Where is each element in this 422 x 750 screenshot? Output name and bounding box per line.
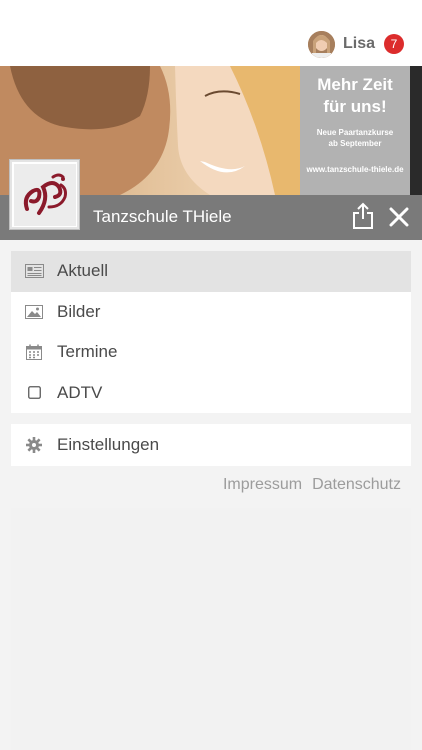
menu-item-aktuell[interactable]: Aktuell [11, 251, 411, 292]
avatar[interactable] [307, 30, 335, 58]
footer-links: Impressum Datenschutz [223, 476, 401, 494]
datenschutz-link[interactable]: Datenschutz [312, 476, 401, 493]
square-icon [24, 385, 44, 401]
banner-url[interactable]: www.tanzschule-thiele.de [300, 165, 410, 174]
settings-item[interactable]: Einstellungen [11, 424, 411, 466]
image-icon [24, 304, 44, 320]
menu-item-label: ADTV [57, 382, 103, 402]
menu-item-termine[interactable]: Termine [11, 332, 411, 373]
content-area [11, 508, 411, 750]
user-profile[interactable]: Lisa 7 [307, 30, 404, 58]
nav-menu: Aktuell Bilder Termine ADTV [11, 251, 411, 413]
ornament-logo-icon [23, 173, 67, 215]
calendar-icon [24, 344, 44, 361]
menu-item-label: Bilder [57, 301, 101, 321]
menu-item-bilder[interactable]: Bilder [11, 292, 411, 333]
notification-badge[interactable]: 7 [384, 34, 404, 54]
menu-item-adtv[interactable]: ADTV [11, 373, 411, 414]
banner-edge [410, 66, 422, 195]
gear-icon [24, 437, 44, 453]
user-name[interactable]: Lisa [343, 35, 375, 53]
impressum-link[interactable]: Impressum [223, 476, 302, 493]
menu-item-label: Termine [57, 342, 118, 362]
newspaper-icon [24, 263, 44, 279]
close-icon[interactable] [389, 207, 409, 227]
banner-subline: Neue Paartanzkurse ab September [316, 128, 394, 148]
school-logo[interactable] [10, 160, 79, 229]
settings-label: Einstellungen [57, 435, 160, 454]
banner-headline: Mehr Zeit für uns! [317, 75, 393, 116]
page-title: Tanzschule THiele [93, 207, 232, 226]
banner-ad-panel[interactable]: Mehr Zeit für uns! Neue Paartanzkurse ab… [300, 66, 410, 195]
top-bar: Lisa 7 [0, 0, 422, 66]
menu-item-label: Aktuell [57, 261, 109, 281]
share-icon[interactable] [352, 202, 374, 230]
